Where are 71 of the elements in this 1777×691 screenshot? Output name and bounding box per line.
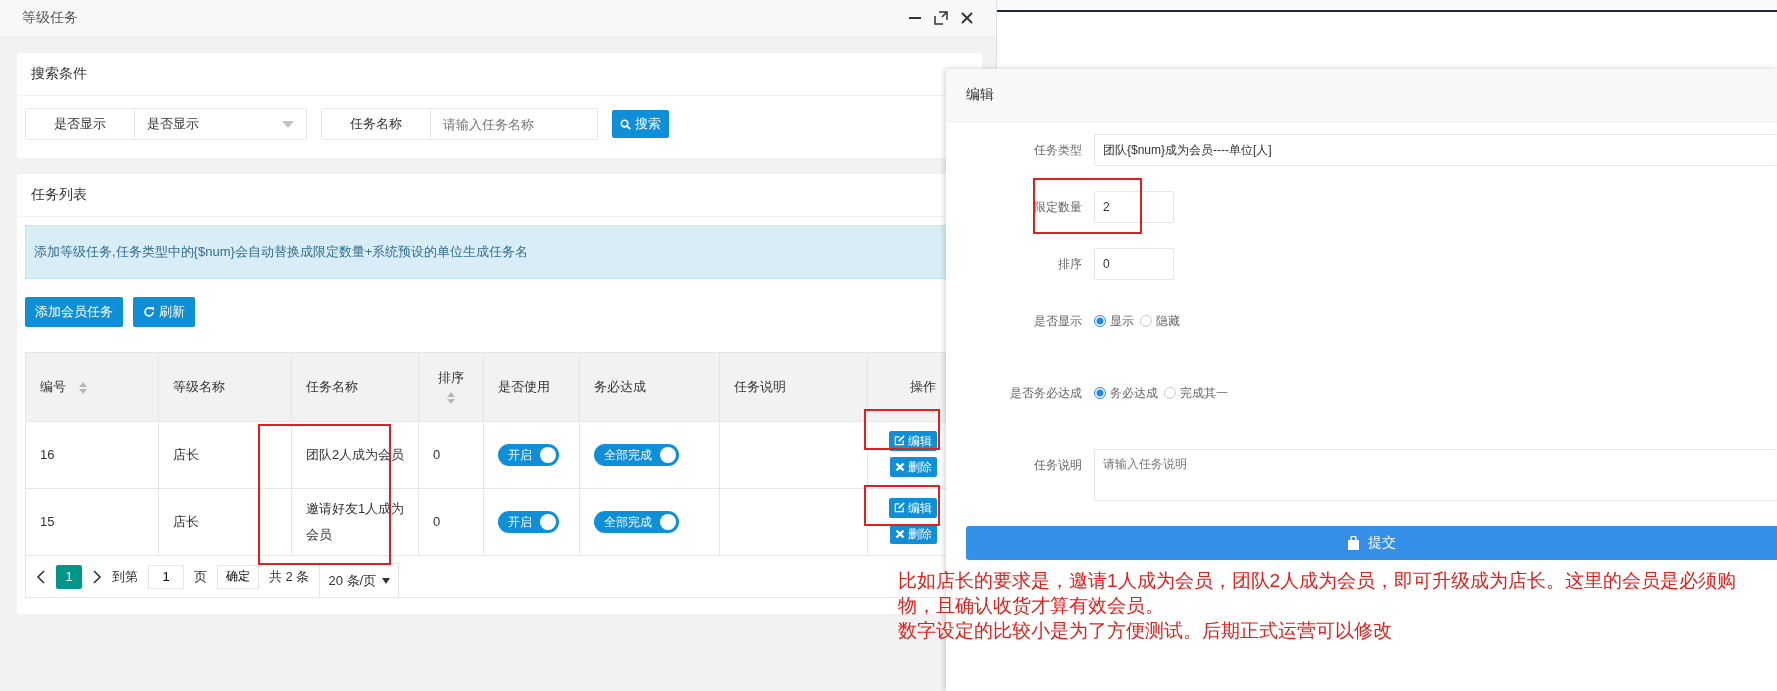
- radio-label[interactable]: 显示: [1110, 312, 1134, 330]
- total-count: 共 2 条: [269, 567, 310, 586]
- column-header: 任务名称: [291, 352, 419, 422]
- column-header[interactable]: 排序: [418, 352, 484, 422]
- radio-label[interactable]: 隐藏: [1156, 312, 1180, 330]
- table-cell: 店长: [158, 421, 292, 489]
- annotation-text: 比如店长的要求是，邀请1人成为会员，团队2人成为会员，即可升级成为店长。这里的会员是必须购物，且确认收货才算有效会员。: [898, 569, 1738, 618]
- toggle-switch[interactable]: 全部完成: [594, 444, 679, 466]
- window-title: 等级任务: [22, 9, 78, 27]
- radio-button[interactable]: [1094, 387, 1106, 399]
- card-title: 搜索条件: [31, 65, 87, 83]
- panel-title: 编辑: [966, 86, 994, 104]
- delete-button[interactable]: 删除: [890, 457, 937, 478]
- edit-icon: [894, 502, 905, 514]
- input-field[interactable]: 2: [1094, 191, 1174, 223]
- column-header[interactable]: 编号: [25, 352, 159, 422]
- table-cell: 15: [25, 488, 159, 556]
- form-label: 是否显示: [1033, 313, 1083, 330]
- confirm-button[interactable]: 确定: [217, 564, 259, 589]
- search-button[interactable]: 搜索: [612, 110, 669, 138]
- form-label: 排序: [1057, 256, 1083, 273]
- form-label: 任务说明: [1033, 457, 1083, 474]
- search-icon: [620, 118, 631, 130]
- field-label: 是否显示: [26, 109, 135, 139]
- table-cell: 0: [418, 488, 484, 556]
- radio-button[interactable]: [1094, 315, 1106, 327]
- table-cell: 16: [25, 421, 159, 489]
- close-icon[interactable]: [960, 11, 974, 25]
- next-icon[interactable]: [92, 569, 102, 584]
- form-label: 限定数量: [1033, 199, 1083, 216]
- table-cell: 0: [418, 421, 484, 489]
- maximize-icon[interactable]: [934, 11, 948, 25]
- previous-icon[interactable]: [36, 569, 46, 584]
- page-size-select[interactable]: 20 条/页: [319, 563, 400, 598]
- form-label: 是否务必达成: [1009, 385, 1083, 402]
- card-title: 任务列表: [31, 186, 87, 204]
- text-area[interactable]: 请输入任务说明: [1094, 449, 1777, 501]
- bag-icon: [1347, 536, 1360, 550]
- add-button[interactable]: 添加会员任务: [25, 297, 123, 327]
- caret-icon: [282, 120, 294, 128]
- radio-label[interactable]: 务必达成: [1110, 384, 1158, 402]
- toggle-switch[interactable]: 开启: [498, 444, 559, 466]
- column-header: 任务说明: [719, 352, 868, 422]
- select-value: 是否显示: [146, 115, 200, 133]
- page-input[interactable]: 1: [148, 564, 184, 589]
- caret-icon: [382, 578, 391, 584]
- input-field[interactable]: 0: [1094, 248, 1174, 280]
- close-icon: [895, 462, 905, 473]
- refresh-icon: [143, 306, 155, 318]
- page-button[interactable]: 1: [56, 564, 82, 589]
- table-cell: 店长: [158, 488, 292, 556]
- goto-label: 到第: [112, 567, 138, 586]
- select-field[interactable]: 是否显示 是否显示: [25, 108, 307, 140]
- edit-button[interactable]: 编辑: [889, 430, 937, 451]
- input-field[interactable]: 团队{$num}成为会员----单位[人]: [1094, 134, 1777, 166]
- column-header: 等级名称: [158, 352, 292, 422]
- edit-icon: [894, 435, 905, 447]
- delete-button[interactable]: 删除: [890, 524, 937, 545]
- submit-button[interactable]: 提交: [966, 526, 1777, 560]
- refresh-button[interactable]: 刷新: [133, 297, 195, 327]
- annotation-text: 数字设定的比较小是为了方便测试。后期正式运营可以修改: [898, 619, 1393, 643]
- column-header: 务必达成: [579, 352, 720, 422]
- toggle-switch[interactable]: 全部完成: [594, 511, 679, 533]
- search-field[interactable]: 任务名称 请输入任务名称: [321, 108, 598, 140]
- close-icon: [895, 529, 905, 540]
- edit-button[interactable]: 编辑: [889, 497, 937, 518]
- radio-label[interactable]: 完成其一: [1180, 384, 1228, 402]
- column-header: 是否使用: [483, 352, 580, 422]
- form-label: 任务类型: [1033, 142, 1083, 159]
- toggle-switch[interactable]: 开启: [498, 511, 559, 533]
- page-unit: 页: [194, 567, 207, 586]
